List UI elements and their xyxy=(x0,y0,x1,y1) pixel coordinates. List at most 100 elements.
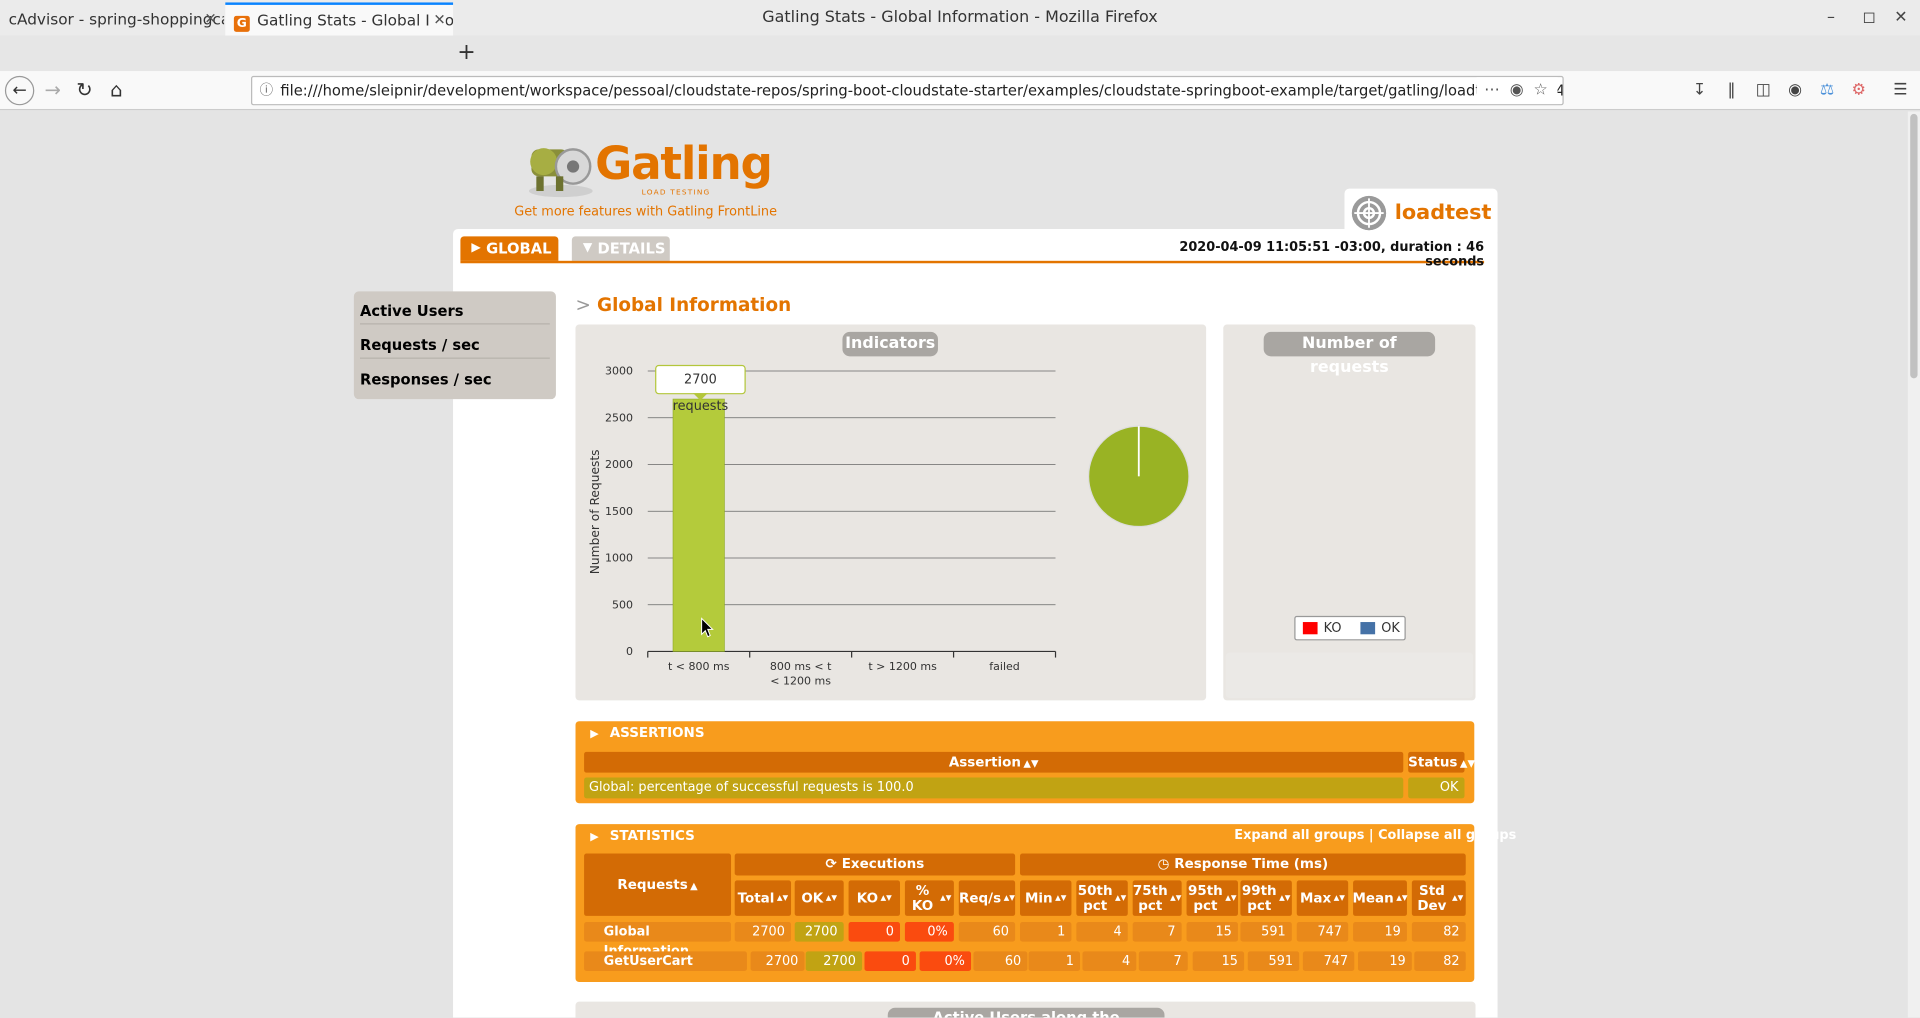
stat-column-label: Max xyxy=(1299,889,1332,906)
sort-asc-icon: ▲ xyxy=(690,880,698,892)
assertion-column-label: Assertion xyxy=(948,754,1021,771)
stat-column-label: Req/s xyxy=(959,889,1002,906)
stat-cell: 15 xyxy=(1186,922,1238,942)
active-users-title: Active Users along the Simulation xyxy=(887,1007,1165,1018)
stat-cell: 591 xyxy=(1240,922,1292,942)
status-column-label: Status xyxy=(1408,754,1458,771)
x-tick-label: 800 ms < t xyxy=(770,660,832,673)
stat-cell: 0% xyxy=(904,922,954,942)
clock-icon: ◷ xyxy=(1157,855,1170,872)
sort-icon: ▲▼ xyxy=(1023,757,1039,769)
stat-column-header[interactable]: % KO ▲▼ xyxy=(904,880,954,916)
assertion-column-header[interactable]: Assertion ▲▼ xyxy=(584,751,1404,773)
expand-all-link[interactable]: Expand all groups xyxy=(1234,828,1364,843)
sort-icon: ▲▼ xyxy=(940,893,952,902)
stat-cell: 747 xyxy=(1296,922,1349,942)
stat-column-header[interactable]: Std Dev ▲▼ xyxy=(1411,880,1466,916)
stat-cell: 60 xyxy=(973,951,1028,972)
stat-column-header[interactable]: KO ▲▼ xyxy=(848,880,901,916)
refresh-icon: ⟳ xyxy=(825,855,837,872)
stat-column-label: Std Dev xyxy=(1417,882,1447,913)
y-tick-label: 2500 xyxy=(605,411,633,424)
stat-column-header[interactable]: Min ▲▼ xyxy=(1020,880,1072,916)
stat-column-header[interactable]: OK ▲▼ xyxy=(794,880,844,916)
executions-group-header: ⟳ Executions xyxy=(734,853,1016,876)
sort-icon: ▲▼ xyxy=(1055,893,1067,902)
group-controls-separator: | xyxy=(1368,827,1374,843)
stat-column-header[interactable]: Total ▲▼ xyxy=(734,880,792,916)
requests-column-header[interactable]: Requests ▲ xyxy=(584,853,732,916)
executions-group-label: Executions xyxy=(841,855,925,872)
sort-icon: ▲▼ xyxy=(1170,893,1182,902)
stat-cell: 591 xyxy=(1247,951,1300,972)
x-tick-label: failed xyxy=(989,660,1020,673)
status-column-header[interactable]: Status ▲▼ xyxy=(1408,751,1475,773)
stat-cell: 2700 xyxy=(794,922,844,942)
stat-column-label: OK xyxy=(801,889,824,906)
sort-icon: ▲▼ xyxy=(1396,893,1408,902)
stat-cell: 7 xyxy=(1132,922,1182,942)
legend-label-ko[interactable]: KO xyxy=(1324,617,1342,639)
requests-column-label: Requests xyxy=(617,876,688,893)
stat-column-label: 50th pct xyxy=(1077,882,1113,913)
stat-cell: 19 xyxy=(1353,922,1407,942)
stat-column-header[interactable]: Mean ▲▼ xyxy=(1352,880,1408,916)
sort-icon: ▲▼ xyxy=(1115,893,1127,902)
y-tick-label: 1500 xyxy=(605,505,633,518)
stat-cell: 19 xyxy=(1357,951,1412,972)
collapse-all-link[interactable]: Collapse all groups xyxy=(1378,828,1516,843)
stat-column-label: Mean xyxy=(1352,889,1394,906)
sort-icon: ▲▼ xyxy=(1333,893,1345,902)
legend-swatch-ko xyxy=(1302,622,1318,635)
stat-cell: 2700 xyxy=(734,922,792,942)
stat-column-label: 99th pct xyxy=(1241,882,1277,913)
stat-cell: 2700 xyxy=(750,951,805,972)
sort-icon: ▲▼ xyxy=(1225,893,1237,902)
legend-label-ok[interactable]: OK xyxy=(1381,617,1400,639)
requests-panel xyxy=(1223,324,1476,701)
stat-column-header[interactable]: 99th pct ▲▼ xyxy=(1240,880,1292,916)
sort-icon: ▲▼ xyxy=(1003,893,1015,902)
x-tick-label: t < 800 ms xyxy=(668,660,730,673)
sort-icon: ▲▼ xyxy=(1459,757,1475,769)
x-tick-label: < 1200 ms xyxy=(770,674,831,687)
sort-icon: ▲▼ xyxy=(880,893,892,902)
stat-column-header[interactable]: 75th pct ▲▼ xyxy=(1132,880,1182,916)
sort-icon: ▲▼ xyxy=(1279,893,1291,902)
y-axis-label: Number of Requests xyxy=(588,449,602,574)
stat-row-name: Global Information xyxy=(584,922,732,959)
assertion-status-cell: OK xyxy=(1408,777,1465,799)
stat-cell: 7 xyxy=(1138,951,1188,972)
triangle-right-icon: ▶ xyxy=(590,831,599,844)
requests-legend: KO OK xyxy=(1294,615,1406,641)
group-controls: Expand all groups | Collapse all groups xyxy=(1234,828,1516,843)
chart-tooltip: 2700 requests xyxy=(655,364,746,414)
stat-column-label: 75th pct xyxy=(1132,882,1168,913)
stat-column-label: 95th pct xyxy=(1187,882,1223,913)
y-tick-label: 0 xyxy=(626,645,633,658)
stat-cell: 2700 xyxy=(805,951,863,972)
assertions-header-text: ASSERTIONS xyxy=(609,724,705,741)
stat-cell: 1 xyxy=(1028,951,1081,972)
stat-cell: 0% xyxy=(919,951,972,972)
triangle-right-icon: ▶ xyxy=(590,728,599,741)
y-tick-label: 1000 xyxy=(605,552,633,565)
stat-cell: 82 xyxy=(1411,922,1466,942)
response-time-group-header: ◷ Response Time (ms) xyxy=(1020,853,1466,876)
assertions-header[interactable]: ▶ ASSERTIONS xyxy=(590,725,704,741)
stat-column-header[interactable]: 95th pct ▲▼ xyxy=(1186,880,1238,916)
stat-cell: 60 xyxy=(958,922,1016,942)
stat-row-name: GetUserCart xyxy=(584,951,747,972)
stat-cell: 747 xyxy=(1302,951,1355,972)
stat-column-header[interactable]: 50th pct ▲▼ xyxy=(1076,880,1128,916)
sort-icon: ▲▼ xyxy=(825,893,838,902)
stat-column-header[interactable]: Max ▲▼ xyxy=(1296,880,1349,916)
y-tick-label: 500 xyxy=(612,598,633,611)
statistics-header[interactable]: ▶ STATISTICS xyxy=(590,828,695,844)
stat-column-label: Min xyxy=(1025,889,1053,906)
stat-cell: 82 xyxy=(1414,951,1466,972)
sort-icon: ▲▼ xyxy=(1451,893,1464,902)
stat-column-header[interactable]: Req/s ▲▼ xyxy=(958,880,1016,916)
y-tick-label: 3000 xyxy=(605,365,633,378)
x-tick-label: t > 1200 ms xyxy=(868,660,937,673)
